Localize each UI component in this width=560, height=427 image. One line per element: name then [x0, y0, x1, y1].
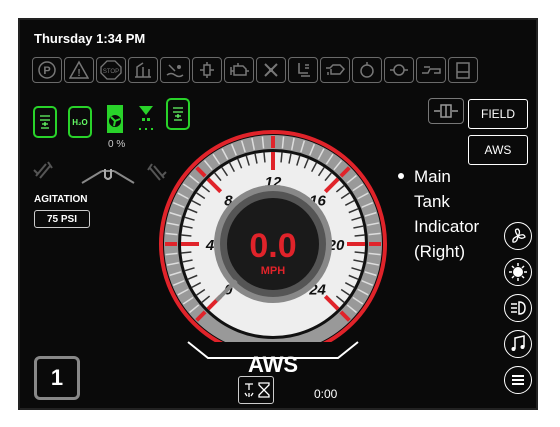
callout-line: Tank	[414, 192, 450, 211]
gauge-tick-label: 4	[205, 237, 215, 254]
left-tank-indicator[interactable]	[33, 106, 57, 138]
gauge-tick	[354, 234, 365, 237]
aws-button[interactable]: AWS	[468, 135, 528, 165]
warning-triangle-icon: !	[64, 57, 94, 83]
engine-icon	[224, 57, 254, 83]
fuel-icon	[416, 57, 446, 83]
lights-button[interactable]	[504, 258, 532, 286]
coolant-icon	[352, 57, 382, 83]
callout-line: (Right)	[414, 242, 466, 261]
filter-icon	[384, 57, 414, 83]
stop-icon: STOP	[96, 57, 126, 83]
date-time: Thursday 1:34 PM	[34, 31, 146, 46]
oil-icon	[320, 57, 350, 83]
speed-gauge: 04812162024 0.0 MPH AWS	[159, 130, 387, 374]
left-boom-spray-icon	[32, 158, 62, 187]
gauge-tick	[354, 251, 365, 254]
headlight-button[interactable]	[504, 294, 532, 322]
menu-button[interactable]	[504, 366, 532, 394]
speed-unit: MPH	[261, 265, 286, 277]
display-panel: Thursday 1:34 PM P ! STOP H₂O 0 % FIELD …	[18, 18, 538, 410]
water-label: H₂O	[72, 117, 88, 127]
hourglass-icon	[257, 382, 270, 398]
seat-icon	[288, 57, 318, 83]
callout-bullet	[398, 173, 404, 179]
boom-section-button[interactable]	[428, 98, 464, 124]
center-boom-icon	[80, 165, 136, 192]
spray-nozzle-icon	[243, 383, 254, 397]
svg-text:STOP: STOP	[103, 69, 119, 75]
music-button[interactable]	[504, 330, 532, 358]
main-tank-callout: Main Tank Indicator (Right)	[396, 164, 479, 264]
water-tank-indicator[interactable]: H₂O	[68, 106, 92, 138]
pump-icon[interactable]	[106, 104, 124, 134]
agitation-label: AGITATION	[34, 194, 88, 205]
gauge-tick	[263, 152, 266, 163]
gauge-tick	[181, 234, 192, 237]
gauge-tick	[181, 251, 192, 254]
svg-text:P: P	[43, 65, 50, 77]
steering-mode: AWS	[248, 352, 298, 374]
parking-brake-icon: P	[32, 57, 62, 83]
field-button[interactable]: FIELD	[468, 99, 528, 129]
boom-icon	[128, 57, 158, 83]
spray-timer-button[interactable]	[238, 376, 274, 404]
agitation-pressure-field[interactable]: 75 PSI	[34, 210, 90, 228]
fan-button[interactable]	[504, 222, 532, 250]
pump-percent: 0 %	[108, 139, 126, 150]
tank-level-icon	[448, 57, 478, 83]
warning-indicator-row: P ! STOP	[32, 57, 478, 83]
svg-text:!: !	[77, 68, 80, 79]
fan-icon	[256, 57, 286, 83]
callout-line: Main	[414, 167, 451, 186]
gauge-tick	[280, 152, 283, 163]
speed-value: 0.0	[249, 227, 296, 265]
right-button-column	[504, 222, 532, 394]
callout-line: Indicator	[414, 217, 480, 236]
gear-indicator: 1	[34, 356, 80, 400]
hydraulic-icon	[192, 57, 222, 83]
timer-value: 0:00	[314, 387, 338, 401]
fluid-icon	[160, 57, 190, 83]
screenshot: Thursday 1:34 PM P ! STOP H₂O 0 % FIELD …	[0, 0, 560, 427]
